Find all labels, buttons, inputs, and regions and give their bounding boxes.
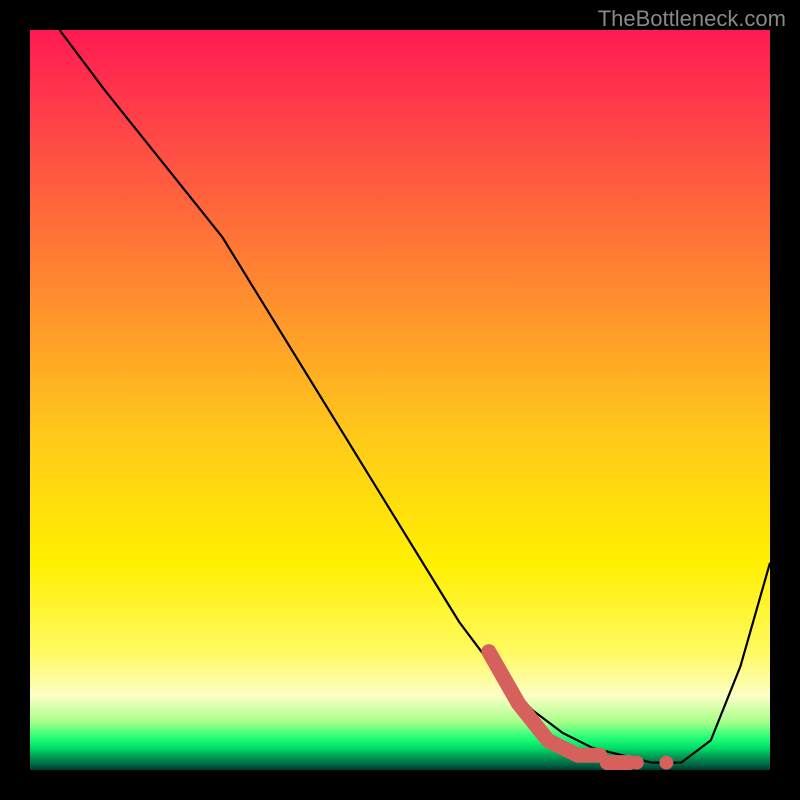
chart-svg <box>30 30 770 770</box>
chart-frame <box>30 30 770 770</box>
main-curve-line <box>60 30 770 763</box>
plot-area <box>30 30 770 770</box>
highlight-dot-1 <box>630 756 644 770</box>
highlight-segment-1 <box>489 652 600 756</box>
watermark-text: TheBottleneck.com <box>598 6 786 32</box>
highlight-dot-2 <box>659 756 673 770</box>
